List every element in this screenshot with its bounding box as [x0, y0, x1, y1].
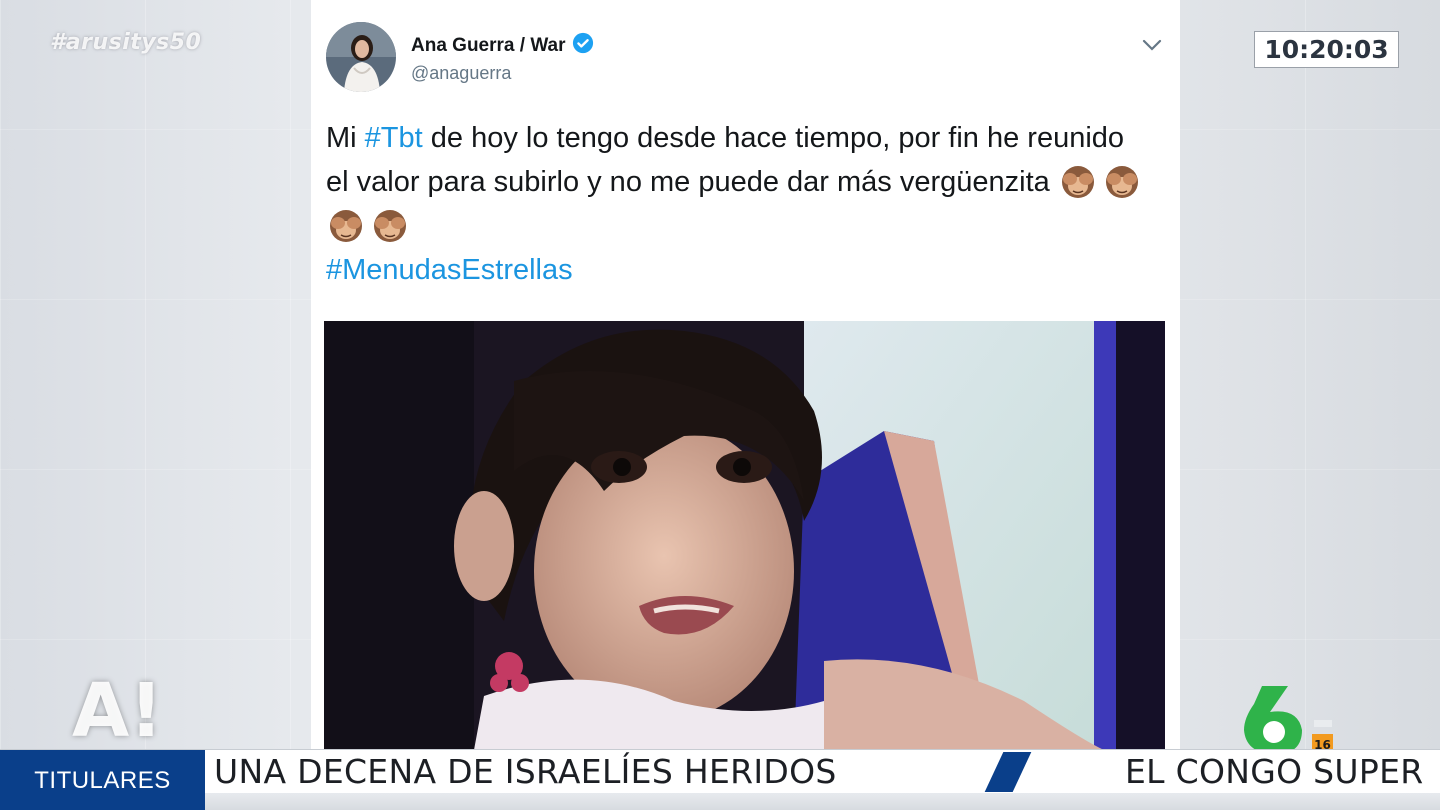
- la-sexta-logo-icon: 16: [1244, 686, 1333, 754]
- tweet-media-video[interactable]: [324, 321, 1165, 750]
- see-no-evil-monkey-icon: [1105, 166, 1138, 198]
- see-no-evil-monkey-icon: [1061, 166, 1094, 198]
- ticker-next-headline: EL CONGO SUPER: [1125, 751, 1424, 791]
- tweet-card: Ana Guerra / War @anaguerra Mi #Tbt de h…: [311, 0, 1180, 750]
- news-ticker: TITULARES UNA DECENA DE ISRAELÍES HERIDO…: [0, 749, 1440, 810]
- ticker-separator: [984, 752, 1032, 792]
- tweet-text-part: Mi: [326, 122, 365, 154]
- ticker-section-label: TITULARES: [0, 750, 205, 810]
- tweet-text-part: de hoy lo tengo desde hace tiempo, por f…: [326, 122, 1125, 198]
- broadcast-clock: 10:20:03: [1254, 31, 1399, 68]
- tweet-text: Mi #Tbt de hoy lo tengo desde hace tiemp…: [326, 116, 1146, 292]
- hashtag-link-menudasestrellas[interactable]: #MenudasEstrellas: [326, 254, 573, 286]
- see-no-evil-monkey-icon: [330, 210, 362, 242]
- channel-a-logo: A!: [72, 668, 164, 754]
- user-avatar[interactable]: [326, 22, 396, 92]
- chevron-down-icon[interactable]: [1141, 34, 1163, 56]
- display-name[interactable]: Ana Guerra / War: [411, 32, 594, 60]
- ticker-bottom-bar: [205, 793, 1440, 810]
- hashtag-link-tbt[interactable]: #Tbt: [365, 122, 423, 154]
- verified-badge-icon: [572, 32, 594, 60]
- user-handle[interactable]: @anaguerra: [411, 63, 511, 84]
- ticker-headline: UNA DECENA DE ISRAELÍES HERIDOS: [214, 751, 837, 791]
- display-name-text: Ana Guerra / War: [411, 35, 566, 56]
- see-no-evil-monkey-icon: [374, 210, 406, 242]
- program-hashtag: #arusitys50: [50, 30, 202, 55]
